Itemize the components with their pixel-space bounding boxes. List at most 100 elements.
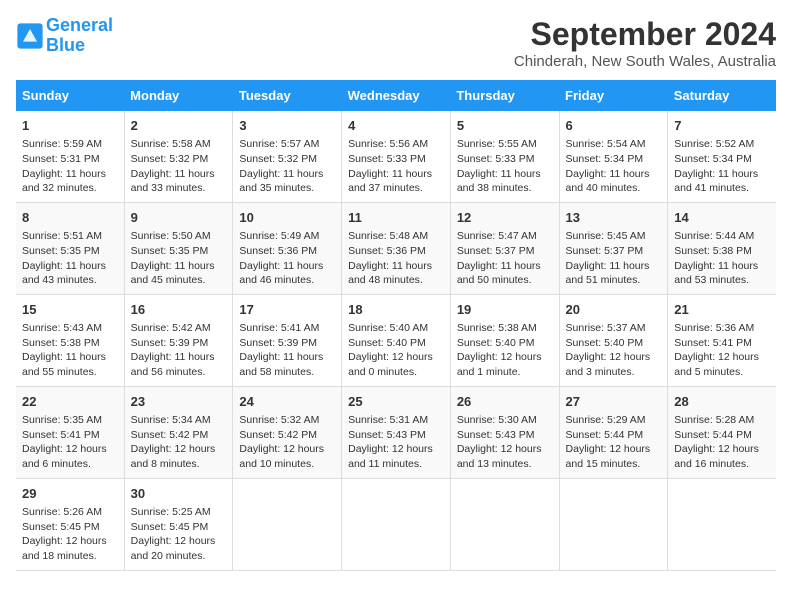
day-number: 19	[457, 301, 553, 319]
calendar-cell: 29 Sunrise: 5:26 AM Sunset: 5:45 PM Dayli…	[16, 478, 124, 570]
day-info: Sunrise: 5:59 AM Sunset: 5:31 PM Dayligh…	[22, 137, 118, 196]
day-info: Sunrise: 5:51 AM Sunset: 5:35 PM Dayligh…	[22, 229, 118, 288]
calendar-header-row: SundayMondayTuesdayWednesdayThursdayFrid…	[16, 80, 776, 111]
calendar-cell: 25 Sunrise: 5:31 AM Sunset: 5:43 PM Dayli…	[342, 386, 451, 478]
calendar-cell: 11 Sunrise: 5:48 AM Sunset: 5:36 PM Dayli…	[342, 202, 451, 294]
day-info: Sunrise: 5:44 AM Sunset: 5:38 PM Dayligh…	[674, 229, 770, 288]
day-info: Sunrise: 5:47 AM Sunset: 5:37 PM Dayligh…	[457, 229, 553, 288]
day-info: Sunrise: 5:49 AM Sunset: 5:36 PM Dayligh…	[239, 229, 335, 288]
day-number: 11	[348, 209, 444, 227]
day-info: Sunrise: 5:26 AM Sunset: 5:45 PM Dayligh…	[22, 505, 118, 564]
day-number: 29	[22, 485, 118, 503]
calendar-week-5: 29 Sunrise: 5:26 AM Sunset: 5:45 PM Dayli…	[16, 478, 776, 570]
calendar-week-4: 22 Sunrise: 5:35 AM Sunset: 5:41 PM Dayli…	[16, 386, 776, 478]
calendar-cell: 10 Sunrise: 5:49 AM Sunset: 5:36 PM Dayli…	[233, 202, 342, 294]
day-header-monday: Monday	[124, 80, 233, 111]
day-info: Sunrise: 5:36 AM Sunset: 5:41 PM Dayligh…	[674, 321, 770, 380]
day-number: 13	[566, 209, 662, 227]
calendar-cell: 3 Sunrise: 5:57 AM Sunset: 5:32 PM Daylig…	[233, 111, 342, 202]
day-number: 26	[457, 393, 553, 411]
calendar-cell: 1 Sunrise: 5:59 AM Sunset: 5:31 PM Daylig…	[16, 111, 124, 202]
day-info: Sunrise: 5:52 AM Sunset: 5:34 PM Dayligh…	[674, 137, 770, 196]
day-number: 2	[131, 117, 227, 135]
day-number: 18	[348, 301, 444, 319]
day-number: 16	[131, 301, 227, 319]
day-info: Sunrise: 5:43 AM Sunset: 5:38 PM Dayligh…	[22, 321, 118, 380]
day-info: Sunrise: 5:56 AM Sunset: 5:33 PM Dayligh…	[348, 137, 444, 196]
calendar-table: SundayMondayTuesdayWednesdayThursdayFrid…	[16, 80, 776, 571]
calendar-cell: 26 Sunrise: 5:30 AM Sunset: 5:43 PM Dayli…	[450, 386, 559, 478]
day-number: 8	[22, 209, 118, 227]
calendar-cell: 8 Sunrise: 5:51 AM Sunset: 5:35 PM Daylig…	[16, 202, 124, 294]
day-number: 10	[239, 209, 335, 227]
page-header: General Blue September 2024 Chinderah, N…	[16, 16, 776, 70]
day-info: Sunrise: 5:31 AM Sunset: 5:43 PM Dayligh…	[348, 413, 444, 472]
day-header-saturday: Saturday	[668, 80, 776, 111]
day-header-tuesday: Tuesday	[233, 80, 342, 111]
logo-line2: Blue	[46, 35, 85, 55]
subtitle: Chinderah, New South Wales, Australia	[514, 53, 776, 70]
day-info: Sunrise: 5:35 AM Sunset: 5:41 PM Dayligh…	[22, 413, 118, 472]
day-number: 15	[22, 301, 118, 319]
day-number: 12	[457, 209, 553, 227]
calendar-cell	[559, 478, 668, 570]
day-number: 30	[131, 485, 227, 503]
logo: General Blue	[16, 16, 113, 56]
calendar-cell: 24 Sunrise: 5:32 AM Sunset: 5:42 PM Dayli…	[233, 386, 342, 478]
day-number: 24	[239, 393, 335, 411]
calendar-cell: 23Sunrise: 5:34 AM Sunset: 5:42 PM Dayli…	[124, 386, 233, 478]
day-number: 14	[674, 209, 770, 227]
day-number: 28	[674, 393, 770, 411]
day-info: Sunrise: 5:25 AM Sunset: 5:45 PM Dayligh…	[131, 505, 227, 564]
calendar-cell: 6 Sunrise: 5:54 AM Sunset: 5:34 PM Daylig…	[559, 111, 668, 202]
day-info: Sunrise: 5:50 AM Sunset: 5:35 PM Dayligh…	[131, 229, 227, 288]
calendar-cell: 7Sunrise: 5:52 AM Sunset: 5:34 PM Daylig…	[668, 111, 776, 202]
day-header-friday: Friday	[559, 80, 668, 111]
calendar-cell: 16 Sunrise: 5:42 AM Sunset: 5:39 PM Dayli…	[124, 294, 233, 386]
calendar-cell: 22 Sunrise: 5:35 AM Sunset: 5:41 PM Dayli…	[16, 386, 124, 478]
day-number: 22	[22, 393, 118, 411]
logo-text: General Blue	[46, 16, 113, 56]
calendar-cell: 13Sunrise: 5:45 AM Sunset: 5:37 PM Dayli…	[559, 202, 668, 294]
calendar-cell: 19 Sunrise: 5:38 AM Sunset: 5:40 PM Dayli…	[450, 294, 559, 386]
day-info: Sunrise: 5:28 AM Sunset: 5:44 PM Dayligh…	[674, 413, 770, 472]
calendar-cell: 2 Sunrise: 5:58 AM Sunset: 5:32 PM Daylig…	[124, 111, 233, 202]
calendar-cell: 9 Sunrise: 5:50 AM Sunset: 5:35 PM Daylig…	[124, 202, 233, 294]
day-info: Sunrise: 5:34 AM Sunset: 5:42 PM Dayligh…	[131, 413, 227, 472]
day-number: 9	[131, 209, 227, 227]
calendar-cell: 4Sunrise: 5:56 AM Sunset: 5:33 PM Daylig…	[342, 111, 451, 202]
calendar-cell: 14 Sunrise: 5:44 AM Sunset: 5:38 PM Dayli…	[668, 202, 776, 294]
day-number: 6	[566, 117, 662, 135]
day-info: Sunrise: 5:38 AM Sunset: 5:40 PM Dayligh…	[457, 321, 553, 380]
day-number: 1	[22, 117, 118, 135]
day-info: Sunrise: 5:48 AM Sunset: 5:36 PM Dayligh…	[348, 229, 444, 288]
day-number: 17	[239, 301, 335, 319]
day-header-wednesday: Wednesday	[342, 80, 451, 111]
day-number: 5	[457, 117, 553, 135]
calendar-week-1: 1 Sunrise: 5:59 AM Sunset: 5:31 PM Daylig…	[16, 111, 776, 202]
calendar-cell: 17 Sunrise: 5:41 AM Sunset: 5:39 PM Dayli…	[233, 294, 342, 386]
calendar-cell: 21 Sunrise: 5:36 AM Sunset: 5:41 PM Dayli…	[668, 294, 776, 386]
day-info: Sunrise: 5:32 AM Sunset: 5:42 PM Dayligh…	[239, 413, 335, 472]
day-info: Sunrise: 5:42 AM Sunset: 5:39 PM Dayligh…	[131, 321, 227, 380]
day-number: 3	[239, 117, 335, 135]
title-area: September 2024 Chinderah, New South Wale…	[514, 16, 776, 70]
calendar-cell: 12 Sunrise: 5:47 AM Sunset: 5:37 PM Dayli…	[450, 202, 559, 294]
day-info: Sunrise: 5:41 AM Sunset: 5:39 PM Dayligh…	[239, 321, 335, 380]
calendar-cell: 28 Sunrise: 5:28 AM Sunset: 5:44 PM Dayli…	[668, 386, 776, 478]
day-info: Sunrise: 5:58 AM Sunset: 5:32 PM Dayligh…	[131, 137, 227, 196]
day-info: Sunrise: 5:55 AM Sunset: 5:33 PM Dayligh…	[457, 137, 553, 196]
logo-icon	[16, 22, 44, 50]
calendar-cell	[342, 478, 451, 570]
day-info: Sunrise: 5:57 AM Sunset: 5:32 PM Dayligh…	[239, 137, 335, 196]
main-title: September 2024	[514, 16, 776, 53]
day-number: 25	[348, 393, 444, 411]
day-info: Sunrise: 5:54 AM Sunset: 5:34 PM Dayligh…	[566, 137, 662, 196]
day-header-sunday: Sunday	[16, 80, 124, 111]
calendar-cell: 18Sunrise: 5:40 AM Sunset: 5:40 PM Dayli…	[342, 294, 451, 386]
calendar-cell: 27Sunrise: 5:29 AM Sunset: 5:44 PM Dayli…	[559, 386, 668, 478]
calendar-week-3: 15 Sunrise: 5:43 AM Sunset: 5:38 PM Dayli…	[16, 294, 776, 386]
day-info: Sunrise: 5:30 AM Sunset: 5:43 PM Dayligh…	[457, 413, 553, 472]
day-info: Sunrise: 5:29 AM Sunset: 5:44 PM Dayligh…	[566, 413, 662, 472]
day-number: 21	[674, 301, 770, 319]
